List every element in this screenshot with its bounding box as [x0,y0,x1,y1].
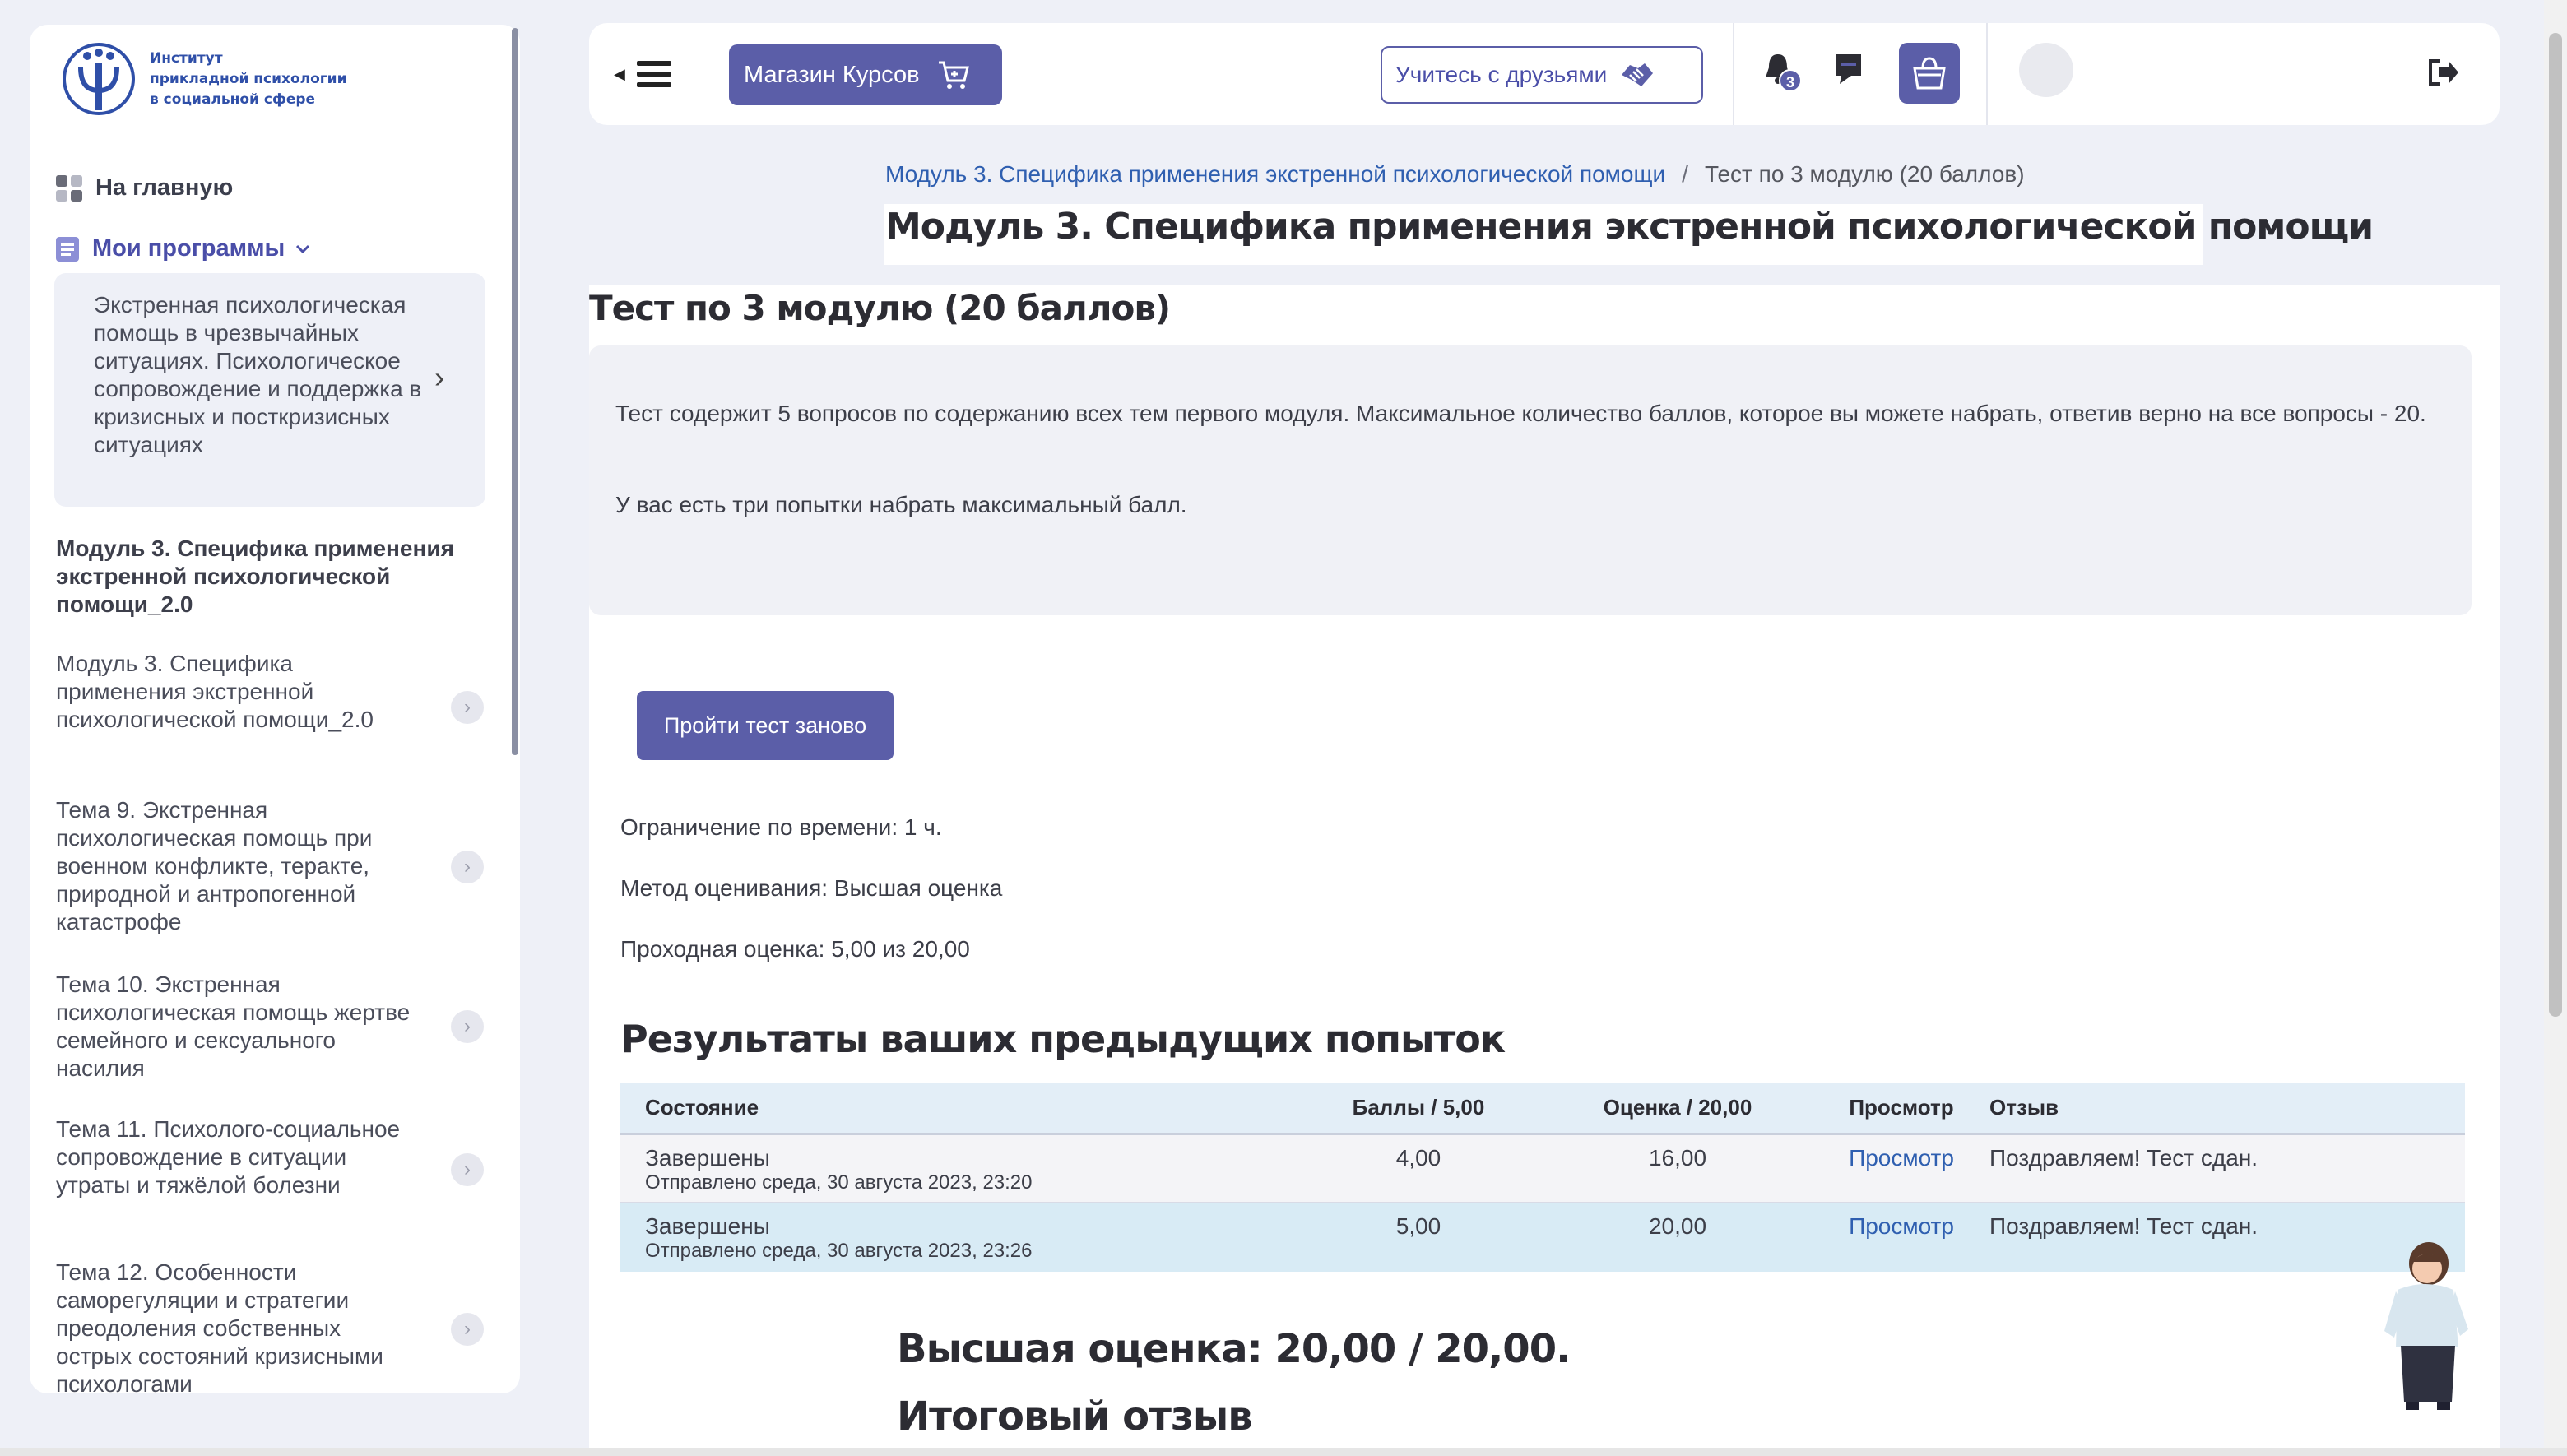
attempt-state-cell: Завершены Отправлено среда, 30 августа 2… [620,1203,1295,1272]
attempt-state: Завершены [645,1144,770,1171]
chevron-right-icon[interactable]: › [451,691,484,724]
page-title: Модуль 3. Специфика применения экстренно… [885,206,2374,248]
caret-left-icon: ◀ [614,65,625,82]
attempt-feedback: Поздравляем! Тест сдан. [1989,1134,2465,1203]
header-divider [1733,23,1734,125]
notification-badge: 3 [1779,69,1802,92]
section-label: Тема 11. Психолого-социальное сопровожде… [56,1116,401,1198]
hamburger-icon [636,61,671,87]
column-header: Оценка / 20,00 [1542,1083,1813,1135]
nav-home[interactable]: На главную [56,174,233,202]
quiz-attempts-text: У вас есть три попытки набрать максималь… [615,492,1187,517]
attempt-submitted: Отправлено среда, 30 августа 2023, 23:26 [645,1240,1033,1262]
assistant-avatar[interactable] [2379,1240,2470,1413]
nav-home-label: На главную [95,174,234,201]
breadcrumb: Модуль 3. Специфика применения экстренно… [885,161,2025,188]
logo-text: Институт прикладной психологии в социаль… [150,49,347,110]
breadcrumb-module-link[interactable]: Модуль 3. Специфика применения экстренно… [885,161,1665,188]
page-scrollbar-thumb[interactable] [2549,33,2562,1017]
results-heading: Результаты ваших предыдущих попыток [620,1017,1506,1061]
attempt-score: 5,00 [1295,1203,1542,1272]
sidebar-section-item[interactable]: Модуль 3. Специфика применения экстренно… [56,650,500,734]
sidebar-section-item[interactable]: Тема 10. Экстренная психологическая помо… [56,971,500,1083]
dashboard-icon [56,174,82,202]
logo[interactable]: Институт прикладной психологии в социаль… [63,43,347,115]
program-title: Экстренная психологическая помощь в чрез… [94,292,422,457]
attempt-grade: 20,00 [1542,1203,1813,1272]
quiz-intro: Тест содержит 5 вопросов по содержанию в… [589,345,2472,615]
section-label: Тема 10. Экстренная психологическая помо… [56,971,411,1081]
notifications-button[interactable]: 3 [1764,53,1802,92]
logo-icon [63,43,135,115]
basket-icon [1913,57,1946,90]
passing-grade: Проходная оценка: 5,00 из 20,00 [620,936,970,962]
program-card[interactable]: Экстренная психологическая помощь в чрез… [54,273,485,507]
chevron-right-icon[interactable]: › [451,1153,484,1186]
handshake-icon [1622,63,1654,86]
basket-button[interactable] [1899,43,1960,104]
header-divider [1986,23,1988,125]
best-grade: Высшая оценка: 20,00 / 20,00. [897,1326,1571,1372]
attempt-review-link[interactable]: Просмотр [1849,1213,1954,1239]
table-header-row: Состояние Баллы / 5,00 Оценка / 20,00 Пр… [620,1083,2465,1135]
learn-with-friends-label: Учитесь с друзьями [1395,62,1608,87]
nav-my-programs[interactable]: Мои программы [56,235,311,262]
results-table: Состояние Баллы / 5,00 Оценка / 20,00 Пр… [620,1083,2465,1272]
attempt-state-cell: Завершены Отправлено среда, 30 августа 2… [620,1134,1295,1203]
chat-icon[interactable] [1835,53,1863,86]
sidebar-section-item[interactable]: Тема 9. Экстренная психологическая помощ… [56,796,500,936]
time-limit: Ограничение по времени: 1 ч. [620,814,942,840]
nav-my-programs-label: Мои программы [92,235,285,262]
attempt-review-cell: Просмотр [1813,1203,1989,1272]
logo-line: Институт [150,49,223,67]
retake-quiz-button[interactable]: Пройти тест заново [637,691,894,760]
avatar[interactable] [2019,43,2073,97]
attempt-submitted: Отправлено среда, 30 августа 2023, 23:20 [645,1171,1033,1194]
attempt-score: 4,00 [1295,1134,1542,1203]
menu-toggle[interactable]: ◀ [614,61,671,87]
section-label: Тема 12. Особенности саморегуляции и стр… [56,1259,383,1393]
logo-line: прикладной психологии [150,70,347,87]
attempt-review-cell: Просмотр [1813,1134,1989,1203]
document-icon [56,236,79,262]
table-row: Завершены Отправлено среда, 30 августа 2… [620,1134,2465,1203]
quiz-title: Тест по 3 модулю (20 баллов) [589,288,1171,328]
cart-icon [939,61,970,89]
column-header: Баллы / 5,00 [1295,1083,1542,1135]
breadcrumb-separator: / [1682,161,1688,187]
column-header: Состояние [620,1083,1295,1135]
chevron-right-icon[interactable]: › [451,1010,484,1043]
chevron-right-icon: › [434,360,444,394]
column-header: Просмотр [1813,1083,1989,1135]
attempt-grade: 16,00 [1542,1134,1813,1203]
attempt-state: Завершены [645,1213,770,1239]
course-shop-button[interactable]: Магазин Курсов [729,44,1002,105]
breadcrumb-current: Тест по 3 модулю (20 баллов) [1704,161,2025,187]
column-header: Отзыв [1989,1083,2465,1135]
section-label: Тема 9. Экстренная психологическая помощ… [56,797,373,934]
learn-with-friends-button[interactable]: Учитесь с друзьями [1381,46,1703,104]
grading-method: Метод оценивания: Высшая оценка [620,875,1003,901]
table-row: Завершены Отправлено среда, 30 августа 2… [620,1203,2465,1272]
sidebar-section-item[interactable]: Тема 11. Психолого-социальное сопровожде… [56,1115,500,1199]
logout-icon[interactable] [2427,58,2460,87]
section-label: Модуль 3. Специфика применения экстренно… [56,651,374,732]
bottom-edge [0,1448,2567,1456]
quiz-intro-text: Тест содержит 5 вопросов по содержанию в… [615,401,2426,426]
attempt-review-link[interactable]: Просмотр [1849,1145,1954,1171]
sidebar: Институт прикладной психологии в социаль… [30,25,520,1393]
logo-line: в социальной сфере [150,90,316,108]
final-feedback-heading: Итоговый отзыв [897,1393,1253,1440]
chevron-right-icon[interactable]: › [451,851,484,883]
sidebar-scrollbar[interactable] [512,28,518,755]
chevron-down-icon [296,244,310,253]
course-shop-label: Магазин Курсов [744,61,920,88]
sidebar-section-item[interactable]: Тема 12. Особенности саморегуляции и стр… [56,1259,500,1393]
chevron-right-icon[interactable]: › [451,1313,484,1346]
sidebar-module-title[interactable]: Модуль 3. Специфика применения экстренно… [56,535,467,619]
top-header: ◀ Магазин Курсов Учитесь с друзьями 3 [589,23,2500,125]
